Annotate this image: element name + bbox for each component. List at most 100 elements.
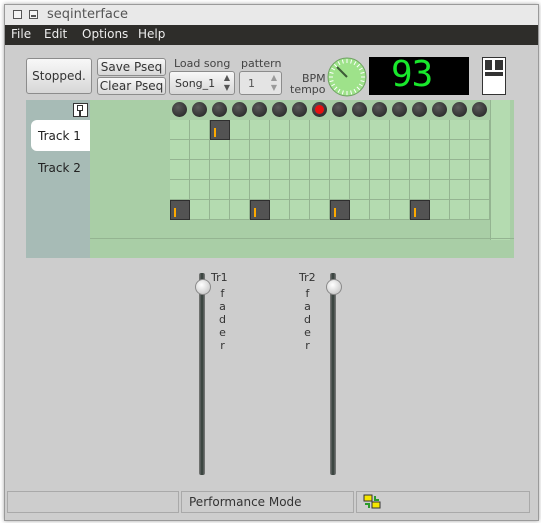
grid-cell[interactable] — [350, 120, 370, 140]
grid-cell[interactable] — [210, 180, 230, 200]
grid-cell[interactable] — [470, 140, 490, 160]
close-window-icon[interactable] — [13, 10, 22, 19]
grid-cell[interactable] — [350, 200, 370, 220]
grid-cell[interactable] — [350, 180, 370, 200]
grid-cell[interactable] — [310, 200, 330, 220]
grid-cell[interactable] — [370, 180, 390, 200]
grid-cell[interactable] — [390, 140, 410, 160]
grid-cell[interactable] — [190, 200, 210, 220]
grid-cell[interactable] — [330, 120, 350, 140]
menu-file[interactable]: File — [11, 27, 31, 41]
step-led[interactable] — [172, 102, 187, 117]
grid-cell[interactable] — [170, 120, 190, 140]
grid-cell[interactable] — [230, 200, 250, 220]
grid-cell[interactable] — [210, 160, 230, 180]
grid-cell[interactable] — [250, 160, 270, 180]
grid-cell[interactable] — [350, 160, 370, 180]
track-2-tab[interactable]: Track 2 — [31, 156, 90, 180]
sequencer-note[interactable] — [410, 200, 430, 220]
grid-cell[interactable] — [270, 160, 290, 180]
grid-cell[interactable] — [250, 180, 270, 200]
grid-cell[interactable] — [290, 180, 310, 200]
grid-cell[interactable] — [370, 200, 390, 220]
step-led[interactable] — [472, 102, 487, 117]
grid-cell[interactable] — [250, 140, 270, 160]
grid-cell[interactable] — [470, 200, 490, 220]
fader-1-handle[interactable] — [195, 279, 211, 295]
grid-cell[interactable] — [310, 120, 330, 140]
grid-cell[interactable] — [210, 200, 230, 220]
sequencer-note[interactable] — [250, 200, 270, 220]
grid-cell[interactable] — [290, 120, 310, 140]
step-led[interactable] — [332, 102, 347, 117]
grid-cell[interactable] — [370, 160, 390, 180]
grid-cell[interactable] — [410, 120, 430, 140]
grid-cell[interactable] — [450, 140, 470, 160]
fader-2-handle[interactable] — [326, 279, 342, 295]
pattern-spin-arrows-icon[interactable]: ▲ ▼ — [271, 73, 277, 93]
grid-cell[interactable] — [470, 180, 490, 200]
pattern-spinbox[interactable]: 1 ▲ ▼ — [239, 71, 282, 95]
sequencer-note[interactable] — [210, 120, 230, 140]
grid-cell[interactable] — [430, 200, 450, 220]
menu-edit[interactable]: Edit — [44, 27, 67, 41]
grid-cell[interactable] — [330, 140, 350, 160]
grid-cell[interactable] — [470, 120, 490, 140]
menu-options[interactable]: Options — [82, 27, 128, 41]
grid-cell[interactable] — [230, 140, 250, 160]
grid-cell[interactable] — [310, 160, 330, 180]
step-led[interactable] — [432, 102, 447, 117]
grid-cell[interactable] — [430, 140, 450, 160]
step-led[interactable] — [292, 102, 307, 117]
grid-cell[interactable] — [390, 160, 410, 180]
song-spinbox[interactable]: Song_1 ▲ ▼ — [169, 71, 235, 95]
grid-cell[interactable] — [190, 140, 210, 160]
grid-cell[interactable] — [370, 140, 390, 160]
grid-cell[interactable] — [470, 160, 490, 180]
fader-1-track[interactable] — [199, 273, 205, 475]
grid-cell[interactable] — [430, 160, 450, 180]
grid-cell[interactable] — [210, 140, 230, 160]
sequencer-note[interactable] — [170, 200, 190, 220]
grid-cell[interactable] — [230, 160, 250, 180]
toggle-switch-icon[interactable] — [482, 57, 506, 95]
grid-cell[interactable] — [230, 120, 250, 140]
grid-cell[interactable] — [430, 180, 450, 200]
step-led[interactable] — [452, 102, 467, 117]
tempo-dial[interactable] — [326, 56, 368, 98]
play-stop-button[interactable]: Stopped. — [26, 58, 92, 94]
step-led[interactable] — [392, 102, 407, 117]
menu-help[interactable]: Help — [138, 27, 165, 41]
step-led[interactable] — [352, 102, 367, 117]
step-led[interactable] — [252, 102, 267, 117]
grid-cell[interactable] — [330, 180, 350, 200]
step-led[interactable] — [212, 102, 227, 117]
song-spin-arrows-icon[interactable]: ▲ ▼ — [224, 73, 230, 93]
grid-cell[interactable] — [310, 180, 330, 200]
minimize-window-icon[interactable] — [29, 10, 38, 19]
grid-cell[interactable] — [270, 140, 290, 160]
grid-cell[interactable] — [330, 160, 350, 180]
grid-cell[interactable] — [190, 120, 210, 140]
grid-cell[interactable] — [290, 200, 310, 220]
grid-cell[interactable] — [290, 160, 310, 180]
grid-cell[interactable] — [390, 120, 410, 140]
pin-icon[interactable] — [73, 103, 88, 117]
grid-cell[interactable] — [190, 160, 210, 180]
grid-cell[interactable] — [170, 160, 190, 180]
grid-cell[interactable] — [250, 120, 270, 140]
grid-cell[interactable] — [270, 120, 290, 140]
step-led[interactable] — [192, 102, 207, 117]
grid-cell[interactable] — [390, 180, 410, 200]
grid-cell[interactable] — [370, 120, 390, 140]
grid-cell[interactable] — [170, 180, 190, 200]
grid-cell[interactable] — [290, 140, 310, 160]
step-led[interactable] — [412, 102, 427, 117]
sequencer-note[interactable] — [330, 200, 350, 220]
track-1-tab[interactable]: Track 1 — [31, 120, 90, 151]
clear-pseq-button[interactable]: Clear Pseq — [97, 77, 166, 95]
grid-cell[interactable] — [310, 140, 330, 160]
step-led[interactable] — [272, 102, 287, 117]
grid-cell[interactable] — [390, 200, 410, 220]
grid-cell[interactable] — [450, 160, 470, 180]
